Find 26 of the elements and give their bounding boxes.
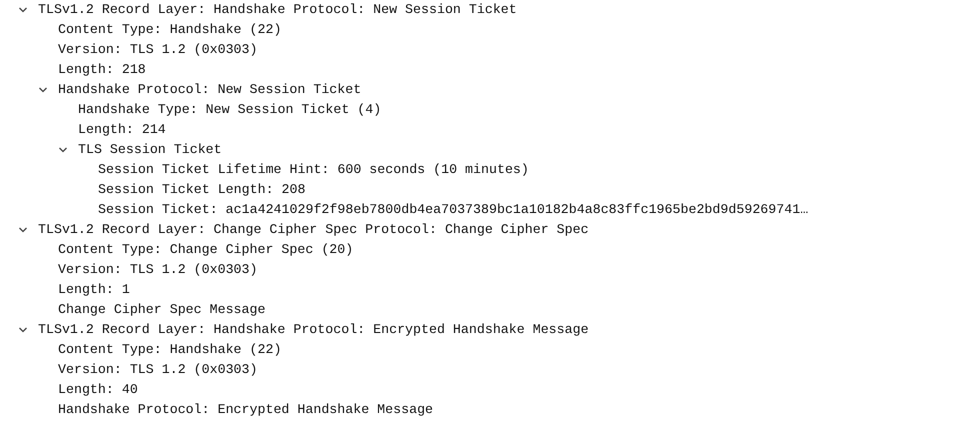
tree-item[interactable]: TLS Session Ticket xyxy=(78,140,222,160)
tree-item[interactable]: Handshake Protocol: Encrypted Handshake Message xyxy=(58,400,434,420)
tree-item[interactable]: TLSv1.2 Record Layer: Change Cipher Spec Protocol: Change Cipher Spec xyxy=(38,220,589,240)
tree-item[interactable]: Version: TLS 1.2 (0x0303) xyxy=(58,260,258,280)
tree-item[interactable]: Length: 214 xyxy=(78,120,166,140)
tree-item[interactable]: Length: 40 xyxy=(58,380,138,400)
tree-item[interactable]: Session Ticket Lifetime Hint: 600 seconds (10 minutes) xyxy=(98,160,529,180)
chevron-down-icon[interactable] xyxy=(58,145,68,155)
tree-item[interactable]: TLSv1.2 Record Layer: Handshake Protocol: Encrypted Handshake Message xyxy=(38,320,589,340)
tree-item[interactable]: Session Ticket: ac1a4241029f2f98eb7800db4ea7037389bc1a10182b4a8c83ffc1965be2bd9d59269741… xyxy=(98,200,808,220)
tree-item[interactable]: Handshake Protocol: New Session Ticket xyxy=(58,80,362,100)
chevron-down-icon[interactable] xyxy=(38,85,48,95)
tree-item[interactable]: Content Type: Handshake (22) xyxy=(58,340,282,360)
chevron-down-icon[interactable] xyxy=(18,325,28,335)
tree-item[interactable]: Version: TLS 1.2 (0x0303) xyxy=(58,40,258,60)
tree-item[interactable]: Session Ticket Length: 208 xyxy=(98,180,306,200)
tree-item[interactable]: Content Type: Change Cipher Spec (20) xyxy=(58,240,354,260)
tree-item[interactable]: TLSv1.2 Record Layer: Handshake Protocol: New Session Ticket xyxy=(38,0,517,20)
chevron-down-icon[interactable] xyxy=(18,225,28,235)
tree-item[interactable]: Handshake Type: New Session Ticket (4) xyxy=(78,100,382,120)
tree-item[interactable]: Length: 218 xyxy=(58,60,146,80)
tree-item[interactable]: Version: TLS 1.2 (0x0303) xyxy=(58,360,258,380)
tree-item[interactable]: Change Cipher Spec Message xyxy=(58,300,266,320)
chevron-down-icon[interactable] xyxy=(18,5,28,15)
tree-item[interactable]: Length: 1 xyxy=(58,280,130,300)
tree-item[interactable]: Content Type: Handshake (22) xyxy=(58,20,282,40)
